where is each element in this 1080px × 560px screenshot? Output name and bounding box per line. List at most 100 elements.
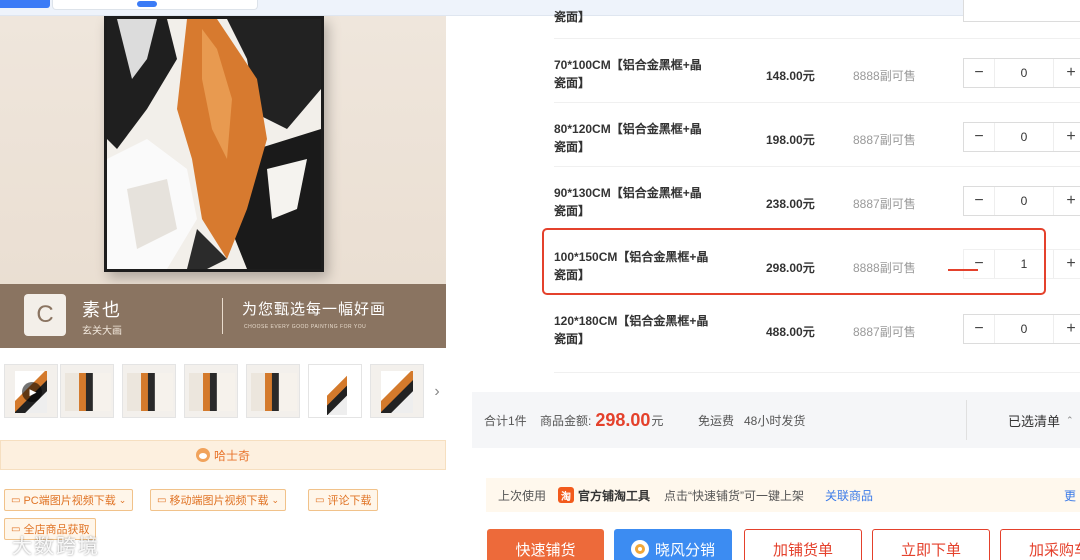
sku-name-line1: 80*120CM【铝合金黑框+晶: [554, 122, 702, 136]
thumbnail[interactable]: [184, 364, 238, 418]
painting-artwork: [104, 16, 324, 272]
pc-download-label: PC端图片视频下载: [23, 495, 116, 507]
minus-button[interactable]: −: [964, 315, 994, 343]
mobile-media-download-button[interactable]: ▭ 移动端图片视频下载 ⌄: [150, 489, 286, 511]
thumbnail[interactable]: [122, 364, 176, 418]
amount-label: 商品金额:: [540, 413, 592, 428]
sku-price: 148.00元: [766, 69, 815, 83]
minus-button[interactable]: −: [964, 187, 994, 215]
total-count: 合计1件: [484, 413, 527, 428]
more-link[interactable]: 更: [1064, 478, 1076, 512]
husky-icon: [195, 448, 210, 462]
thumbnail-strip: ▶ ›: [0, 362, 446, 420]
brand-logo: C: [24, 294, 66, 336]
sku-name: 120*180CM【铝合金黑框+晶 瓷面】: [554, 312, 734, 348]
chevron-up-icon: ⌃: [1066, 414, 1074, 425]
top-left-tab[interactable]: [0, 0, 50, 8]
shipping-info: 免运费: [698, 413, 735, 428]
minus-button[interactable]: −: [964, 123, 994, 151]
plus-button[interactable]: +: [1056, 315, 1080, 343]
row-divider: [554, 372, 1080, 373]
brand-divider: [222, 298, 223, 334]
tool-hint: 点击“快速铺货”可一键上架: [664, 488, 804, 503]
sku-price: 198.00元: [766, 133, 815, 147]
play-icon: ▶: [22, 382, 42, 402]
sku-price: 238.00元: [766, 197, 815, 211]
buy-now-button[interactable]: 立即下单: [872, 529, 990, 560]
reviews-download-button[interactable]: ▭ 评论下载: [308, 489, 379, 511]
sku-row: 70*100CM【铝合金黑框+晶 瓷面】 148.00元 8888副可售 − 0…: [554, 54, 1080, 118]
row-divider: [554, 166, 1080, 167]
row-divider: [554, 38, 1080, 39]
sku-stock: 8887副可售: [853, 133, 916, 147]
official-tool-link[interactable]: 淘 官方铺淘工具: [558, 478, 650, 512]
comment-icon: ▭: [315, 494, 325, 506]
browser-top-strip: [0, 0, 1080, 16]
mobile-download-label: 移动端图片视频下载: [169, 495, 269, 507]
plus-button[interactable]: +: [1056, 123, 1080, 151]
reviews-download-label: 评论下载: [327, 495, 372, 507]
sku-stock: 8887副可售: [853, 325, 916, 339]
listing-tool-bar: 上次使用 淘 官方铺淘工具 点击“快速铺货”可一键上架 关联商品 更: [486, 478, 1080, 512]
folder-icon: ▭: [157, 494, 167, 506]
plus-button[interactable]: +: [1056, 250, 1080, 278]
chevron-down-icon: ⌄: [271, 494, 279, 505]
sku-name-line1: 70*100CM【铝合金黑框+晶: [554, 58, 702, 72]
husky-plugin-bar[interactable]: 哈士奇: [0, 440, 446, 470]
thumbnail[interactable]: [246, 364, 300, 418]
amount-group: 商品金额: 298.00 元: [540, 392, 663, 448]
chevron-right-icon[interactable]: ›: [430, 378, 444, 406]
dispatch-info: 48小时发货: [744, 413, 806, 428]
quantity-input[interactable]: 0: [994, 315, 1054, 343]
sku-name: 80*120CM【铝合金黑框+晶 瓷面】: [554, 120, 734, 156]
sku-partial-name: 瓷面】: [554, 10, 591, 24]
quantity-input[interactable]: 0: [994, 187, 1054, 215]
taobao-icon: 淘: [558, 487, 574, 503]
xiaofeng-label: 晓风分销: [654, 541, 715, 559]
brand-banner: C 素也 玄关大画 为您甄选每一幅好画 CHOOSE EVERY GOOD PA…: [0, 284, 446, 348]
xiaofeng-distribution-button[interactable]: 晓风分销: [614, 529, 732, 560]
quantity-stepper-partial[interactable]: [963, 0, 1080, 22]
thumbnail-video[interactable]: ▶: [4, 364, 58, 418]
divider: [966, 400, 967, 440]
brand-subtitle: 玄关大画: [82, 326, 122, 337]
sku-row: 120*180CM【铝合金黑框+晶 瓷面】 488.00元 8887副可售 − …: [554, 310, 1080, 374]
add-to-list-button[interactable]: 加铺货单: [744, 529, 862, 560]
order-summary-bar: 合计1件 商品金额: 298.00 元 免运费 48小时发货 已选清单 ⌃: [472, 392, 1080, 448]
husky-label: 哈士奇: [213, 448, 250, 463]
sku-name-line2: 瓷面】: [554, 140, 591, 154]
sku-stock: 8887副可售: [853, 197, 916, 211]
thumbnail[interactable]: [60, 364, 114, 418]
quantity-input[interactable]: 0: [994, 123, 1054, 151]
brand-slogan: 为您甄选每一幅好画: [242, 301, 387, 318]
row-divider: [554, 102, 1080, 103]
product-main-image: C 素也 玄关大画 为您甄选每一幅好画 CHOOSE EVERY GOOD PA…: [0, 16, 446, 348]
selected-row-highlight: [542, 228, 1046, 295]
top-popup: [52, 0, 258, 10]
last-used-label: 上次使用: [498, 488, 547, 503]
sku-price: 488.00元: [766, 325, 815, 339]
chevron-down-icon: ⌄: [118, 494, 127, 505]
thumbnail[interactable]: [370, 364, 424, 418]
toggle-pill[interactable]: [137, 1, 157, 7]
quick-list-button[interactable]: 快速铺货: [487, 529, 604, 560]
quantity-stepper: − 0 +: [963, 58, 1080, 88]
pc-media-download-button[interactable]: ▭ PC端图片视频下载 ⌄: [4, 489, 134, 511]
folder-icon: ▭: [11, 494, 21, 506]
sku-stock: 8888副可售: [853, 69, 916, 83]
sku-name-line2: 瓷面】: [554, 204, 591, 218]
related-products-link[interactable]: 关联商品: [825, 478, 873, 512]
quantity-stepper: − 0 +: [963, 314, 1080, 344]
quantity-input[interactable]: 0: [994, 59, 1054, 87]
plus-button[interactable]: +: [1056, 59, 1080, 87]
sku-name-line1: 90*130CM【铝合金黑框+晶: [554, 186, 702, 200]
selected-list-label: 已选清单: [1008, 413, 1061, 429]
tool-name: 官方铺淘工具: [578, 488, 651, 503]
add-to-cart-button[interactable]: 加采购车: [1000, 529, 1080, 560]
pinwheel-icon: [630, 540, 649, 558]
selected-list-toggle[interactable]: 已选清单 ⌃: [1008, 392, 1074, 448]
brand-name: 素也: [82, 300, 122, 320]
thumbnail[interactable]: [308, 364, 362, 418]
minus-button[interactable]: −: [964, 59, 994, 87]
plus-button[interactable]: +: [1056, 187, 1080, 215]
